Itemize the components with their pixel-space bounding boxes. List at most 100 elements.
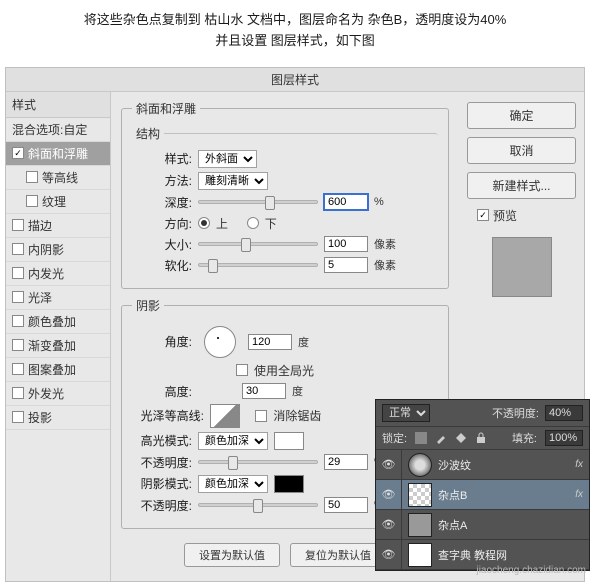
antialias-label: 消除锯齿 [273,407,321,424]
soften-input[interactable] [324,257,368,273]
antialias-checkbox[interactable] [255,410,267,422]
style-item-contour[interactable]: 等高线 [6,166,110,190]
size-slider[interactable] [198,242,318,246]
style-item-bevel[interactable]: 斜面和浮雕 [6,142,110,166]
gloss-contour-picker[interactable] [210,404,240,428]
style-item-inner-glow[interactable]: 内发光 [6,262,110,286]
shade-legend: 阴影 [132,297,164,314]
global-light-checkbox[interactable] [236,364,248,376]
soften-slider[interactable] [198,263,318,267]
layer-row[interactable]: 👁 沙波纹 fx [376,450,589,480]
checkbox-icon[interactable] [12,219,24,231]
unit-text: 像素 [374,257,396,273]
shadow-opacity-input[interactable] [324,497,368,513]
style-select[interactable]: 外斜面 [198,150,257,168]
styles-list: 样式 混合选项:自定 斜面和浮雕 等高线 纹理 描边 内阴影 内发光 光泽 颜色… [6,92,111,581]
preview-swatch [492,237,552,297]
highlight-opacity-input[interactable] [324,454,368,470]
blend-mode-select[interactable]: 正常 [382,404,430,422]
style-item-inner-shadow[interactable]: 内阴影 [6,238,110,262]
layer-name: 沙波纹 [438,457,575,473]
visibility-icon[interactable]: 👁 [376,540,402,569]
checkbox-icon[interactable] [12,315,24,327]
set-default-button[interactable]: 设置为默认值 [184,543,280,567]
fill-label: 填充: [512,430,537,446]
layer-name: 杂点B [438,487,575,503]
checkbox-icon[interactable] [26,195,38,207]
visibility-icon[interactable]: 👁 [376,510,402,539]
checkbox-icon[interactable] [12,267,24,279]
lock-brush-icon[interactable] [435,432,447,444]
direction-label: 方向: [132,215,192,232]
style-item-color-overlay[interactable]: 颜色叠加 [6,310,110,334]
opacity-input[interactable] [545,405,583,421]
dialog-title: 图层样式 [6,68,584,92]
global-light-label: 使用全局光 [254,362,314,379]
layer-name: 杂点A [438,517,589,533]
radio-up[interactable] [198,217,210,229]
new-style-button[interactable]: 新建样式... [467,172,576,199]
bevel-legend: 斜面和浮雕 [132,100,200,117]
shadow-opacity-slider[interactable] [198,503,318,507]
shadow-mode-select[interactable]: 颜色加深 [198,475,268,493]
blend-options-item[interactable]: 混合选项:自定 [6,118,110,142]
layer-thumbnail [408,543,432,567]
style-item-outer-glow[interactable]: 外发光 [6,382,110,406]
layer-row[interactable]: 👁 杂点A [376,510,589,540]
cancel-button[interactable]: 取消 [467,137,576,164]
checkbox-icon[interactable] [26,171,38,183]
style-item-pattern-overlay[interactable]: 图案叠加 [6,358,110,382]
preview-checkbox[interactable] [477,209,489,221]
layer-row[interactable]: 👁 查字典 教程网 [376,540,589,570]
checkbox-icon[interactable] [12,363,24,375]
style-item-stroke[interactable]: 描边 [6,214,110,238]
depth-label: 深度: [132,194,192,211]
styles-header: 样式 [6,92,110,118]
shadow-mode-label: 阴影模式: [132,475,192,492]
instruction-text: 将这些杂色点复制到 枯山水 文档中，图层命名为 杂色B，透明度设为40% 并且设… [0,0,590,67]
angle-input[interactable] [248,334,292,350]
depth-input[interactable] [324,194,368,210]
highlight-opacity-label: 不透明度: [132,454,192,471]
technique-select[interactable]: 雕刻清晰 [198,172,268,190]
style-item-satin[interactable]: 光泽 [6,286,110,310]
checkbox-icon[interactable] [12,387,24,399]
reset-default-button[interactable]: 复位为默认值 [290,543,386,567]
size-label: 大小: [132,236,192,253]
preview-label: 预览 [493,207,517,224]
shadow-color-swatch[interactable] [274,475,304,493]
radio-down[interactable] [247,217,259,229]
lock-transparency-icon[interactable] [415,432,427,444]
style-item-drop-shadow[interactable]: 投影 [6,406,110,430]
fill-input[interactable] [545,430,583,446]
style-item-texture[interactable]: 纹理 [6,190,110,214]
checkbox-icon[interactable] [12,291,24,303]
layer-thumbnail [408,483,432,507]
layer-name: 查字典 教程网 [438,547,589,563]
highlight-color-swatch[interactable] [274,432,304,450]
size-input[interactable] [324,236,368,252]
lock-position-icon[interactable] [455,432,467,444]
lock-all-icon[interactable] [475,432,487,444]
ok-button[interactable]: 确定 [467,102,576,129]
layer-thumbnail [408,513,432,537]
fx-badge[interactable]: fx [575,489,589,500]
visibility-icon[interactable]: 👁 [376,480,402,509]
visibility-icon[interactable]: 👁 [376,450,402,479]
checkbox-icon[interactable] [12,339,24,351]
checkbox-icon[interactable] [12,147,24,159]
checkbox-icon[interactable] [12,243,24,255]
altitude-label: 高度: [132,383,192,400]
fx-badge[interactable]: fx [575,459,589,470]
layer-row[interactable]: 👁 杂点B fx [376,480,589,510]
angle-dial[interactable] [204,326,236,358]
highlight-opacity-slider[interactable] [198,460,318,464]
depth-slider[interactable] [198,200,318,204]
altitude-input[interactable] [242,383,286,399]
layers-panel: 正常 不透明度: 锁定: 填充: 👁 沙波纹 fx 👁 杂点B fx 👁 杂点A… [375,399,590,571]
style-item-gradient-overlay[interactable]: 渐变叠加 [6,334,110,358]
opacity-label: 不透明度: [492,405,539,421]
highlight-mode-select[interactable]: 颜色加深 [198,432,268,450]
checkbox-icon[interactable] [12,411,24,423]
angle-label: 角度: [132,333,192,350]
